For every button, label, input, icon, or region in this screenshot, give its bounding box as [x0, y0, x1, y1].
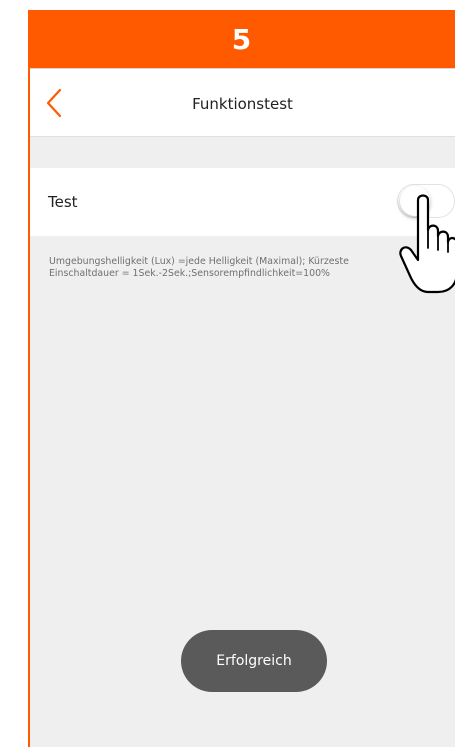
step-number: 5 — [231, 22, 252, 56]
navigation-bar: Funktionstest — [30, 68, 455, 137]
app-screen: Funktionstest Test Umgebungshelligkeit (… — [28, 68, 455, 747]
settings-description: Umgebungshelligkeit (Lux) =jede Helligke… — [49, 256, 449, 280]
page-title: Funktionstest — [192, 94, 293, 113]
toggle-knob — [400, 186, 430, 216]
toast-label: Erfolgreich — [216, 653, 292, 669]
description-line-1: Umgebungshelligkeit (Lux) =jede Helligke… — [49, 256, 349, 267]
back-button[interactable] — [38, 85, 70, 121]
test-setting-row: Test — [30, 168, 455, 236]
chevron-left-icon — [46, 88, 62, 118]
step-number-banner: 5 — [28, 10, 455, 68]
screen: 5 Funktionstest Test Umgebungshelligkeit… — [0, 0, 455, 747]
test-toggle[interactable] — [397, 184, 455, 218]
success-toast: Erfolgreich — [181, 630, 327, 692]
test-label: Test — [48, 193, 78, 211]
description-line-2: Einschaltdauer = 1Sek.-2Sek.;Sensorempfi… — [49, 268, 330, 279]
